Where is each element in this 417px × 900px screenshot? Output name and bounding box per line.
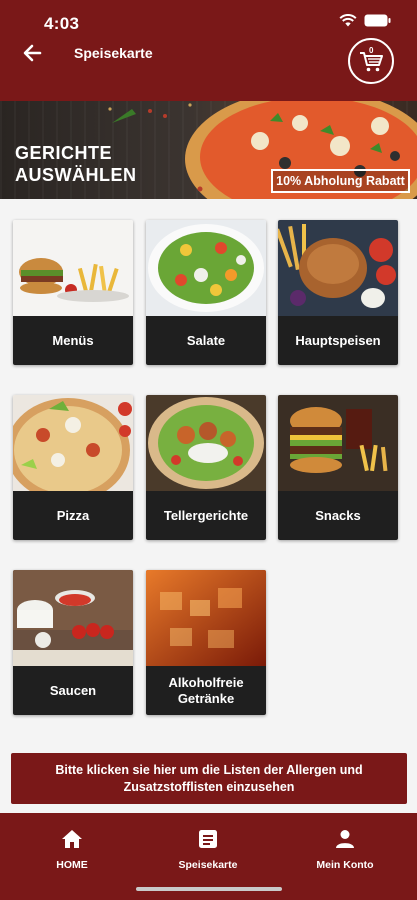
home-icon — [62, 830, 82, 848]
banner-heading: GERICHTE AUSWÄHLEN — [15, 142, 137, 186]
arrow-left-icon — [23, 44, 42, 62]
category-label: Alkoholfreie Getränke — [146, 666, 266, 715]
category-card-hauptspeisen[interactable]: Hauptspeisen — [278, 220, 398, 365]
cart-button[interactable]: 0 — [348, 38, 394, 84]
nav-label: HOME — [56, 859, 88, 871]
drinks-image — [146, 570, 266, 666]
category-card-pizza[interactable]: Pizza — [13, 395, 133, 540]
menu-book-icon — [199, 830, 217, 848]
category-card-tellergerichte[interactable]: Tellergerichte — [146, 395, 266, 540]
status-icons — [339, 14, 391, 27]
cart-count: 0 — [369, 46, 374, 55]
category-card-snacks[interactable]: Snacks — [278, 395, 398, 540]
page-title: Speisekarte — [74, 45, 153, 61]
back-button[interactable] — [20, 40, 46, 66]
app-bar: 4:03 Speisekarte 0 — [0, 0, 417, 101]
category-label: Salate — [146, 316, 266, 365]
category-card-saucen[interactable]: Saucen — [13, 570, 133, 715]
main-dish-image — [278, 220, 398, 316]
category-label: Hauptspeisen — [278, 316, 398, 365]
status-time: 4:03 — [44, 14, 80, 33]
plate-dish-image — [146, 395, 266, 491]
nav-account[interactable]: Mein Konto — [290, 829, 400, 871]
nav-label: Speisekarte — [178, 859, 238, 871]
menu-screen: 4:03 Speisekarte 0 GERICHTE AUSWÄHLEN 10… — [0, 0, 417, 900]
category-label: Tellergerichte — [146, 491, 266, 540]
category-card-getraenke[interactable]: Alkoholfreie Getränke — [146, 570, 266, 715]
salad-image — [146, 220, 266, 316]
battery-icon — [364, 14, 391, 27]
nav-home[interactable]: HOME — [17, 829, 127, 871]
allergen-info-button[interactable]: Bitte klicken sie hier um die Listen der… — [11, 753, 407, 804]
sauces-image — [13, 570, 133, 666]
promo-banner: GERICHTE AUSWÄHLEN 10% Abholung Rabatt — [0, 101, 417, 199]
banner-line-2: AUSWÄHLEN — [15, 165, 137, 185]
category-label: Saucen — [13, 666, 133, 715]
category-label: Pizza — [13, 491, 133, 540]
menus-image — [13, 220, 133, 316]
home-indicator — [136, 887, 282, 891]
category-label: Menüs — [13, 316, 133, 365]
pizza-category-image — [13, 395, 133, 491]
wifi-icon — [339, 14, 357, 27]
nav-label: Mein Konto — [316, 859, 374, 871]
discount-badge: 10% Abholung Rabatt — [271, 169, 410, 193]
category-card-salate[interactable]: Salate — [146, 220, 266, 365]
banner-line-1: GERICHTE — [15, 143, 113, 163]
snacks-image — [278, 395, 398, 491]
category-card-menus[interactable]: Menüs — [13, 220, 133, 365]
category-grid: Menüs Salate Hauptspeisen Pizza Tellerge… — [0, 199, 417, 749]
account-icon — [336, 830, 354, 848]
category-label: Snacks — [278, 491, 398, 540]
nav-speisekarte[interactable]: Speisekarte — [153, 829, 263, 871]
